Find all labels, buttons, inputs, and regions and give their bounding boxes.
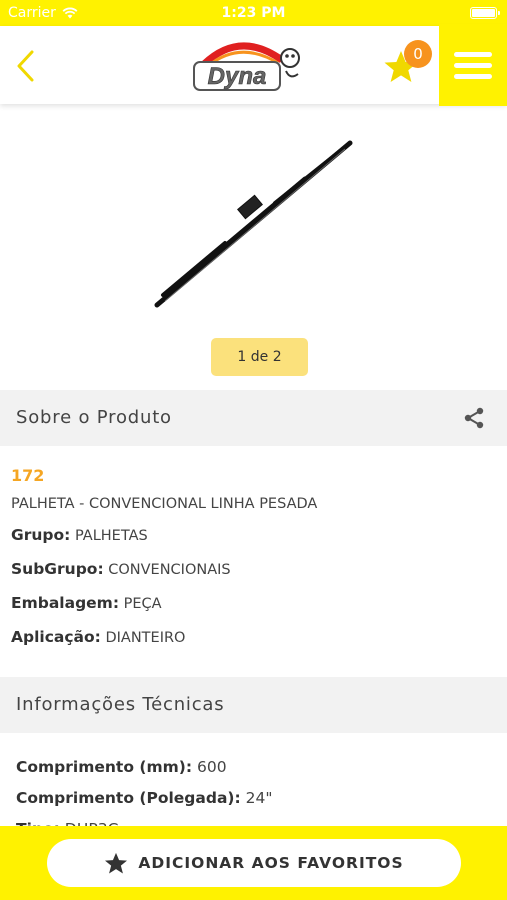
field-value: PEÇA (123, 596, 162, 612)
bottom-bar: ADICIONAR AOS FAVORITOS (0, 826, 507, 900)
clock: 1:23 PM (221, 5, 286, 21)
star-icon (105, 852, 128, 873)
product-image-wiper-blade[interactable] (145, 135, 360, 315)
field-value: CONVENCIONAIS (108, 562, 231, 578)
product-info: 172 PALHETA - CONVENCIONAL LINHA PESADA … (11, 466, 491, 654)
field-label: SubGrupo: (11, 560, 104, 578)
add-to-favorites-button[interactable]: ADICIONAR AOS FAVORITOS (47, 839, 461, 887)
tech-section-header: Informações Técnicas (0, 677, 507, 733)
field-comprimento-polegada: Comprimento (Polegada): 24" (16, 783, 496, 814)
battery-icon (470, 7, 500, 19)
image-pager: 1 de 2 (211, 338, 308, 376)
menu-button[interactable] (439, 24, 507, 106)
field-comprimento-mm: Comprimento (mm): 600 (16, 752, 496, 783)
field-label: Comprimento (Polegada): (16, 789, 241, 807)
field-embalagem: Embalagem: PEÇA (11, 586, 491, 620)
product-description: PALHETA - CONVENCIONAL LINHA PESADA (11, 496, 318, 512)
field-grupo: Grupo: PALHETAS (11, 518, 491, 552)
field-label: Comprimento (mm): (16, 758, 193, 776)
status-bar: Carrier 1:23 PM (0, 0, 507, 26)
add-to-favorites-label: ADICIONAR AOS FAVORITOS (138, 854, 404, 872)
share-icon[interactable] (463, 407, 485, 429)
field-label: Aplicação: (11, 628, 101, 646)
field-value: 600 (197, 758, 227, 776)
field-subgrupo: SubGrupo: CONVENCIONAIS (11, 552, 491, 586)
field-label: Embalagem: (11, 594, 120, 612)
svg-text:Dyna: Dyna (208, 63, 267, 90)
back-chevron-icon[interactable] (12, 48, 40, 84)
field-aplicacao: Aplicação: DIANTEIRO (11, 620, 491, 654)
field-value: DIANTEIRO (105, 630, 186, 646)
dyna-logo: Dyna (193, 42, 300, 91)
field-value: PALHETAS (74, 528, 148, 544)
app-header: Dyna 0 (0, 24, 507, 106)
about-section-header: Sobre o Produto (0, 390, 507, 446)
product-code: 172 (11, 466, 45, 485)
favorites-count-badge: 0 (404, 40, 432, 68)
hamburger-icon-line (454, 51, 492, 57)
hamburger-icon-line (454, 73, 492, 79)
hamburger-icon-line (454, 62, 492, 68)
field-label: Grupo: (11, 526, 71, 544)
tech-section-title: Informações Técnicas (16, 694, 225, 715)
field-value: 24" (245, 789, 273, 807)
about-section-title: Sobre o Produto (16, 407, 172, 428)
